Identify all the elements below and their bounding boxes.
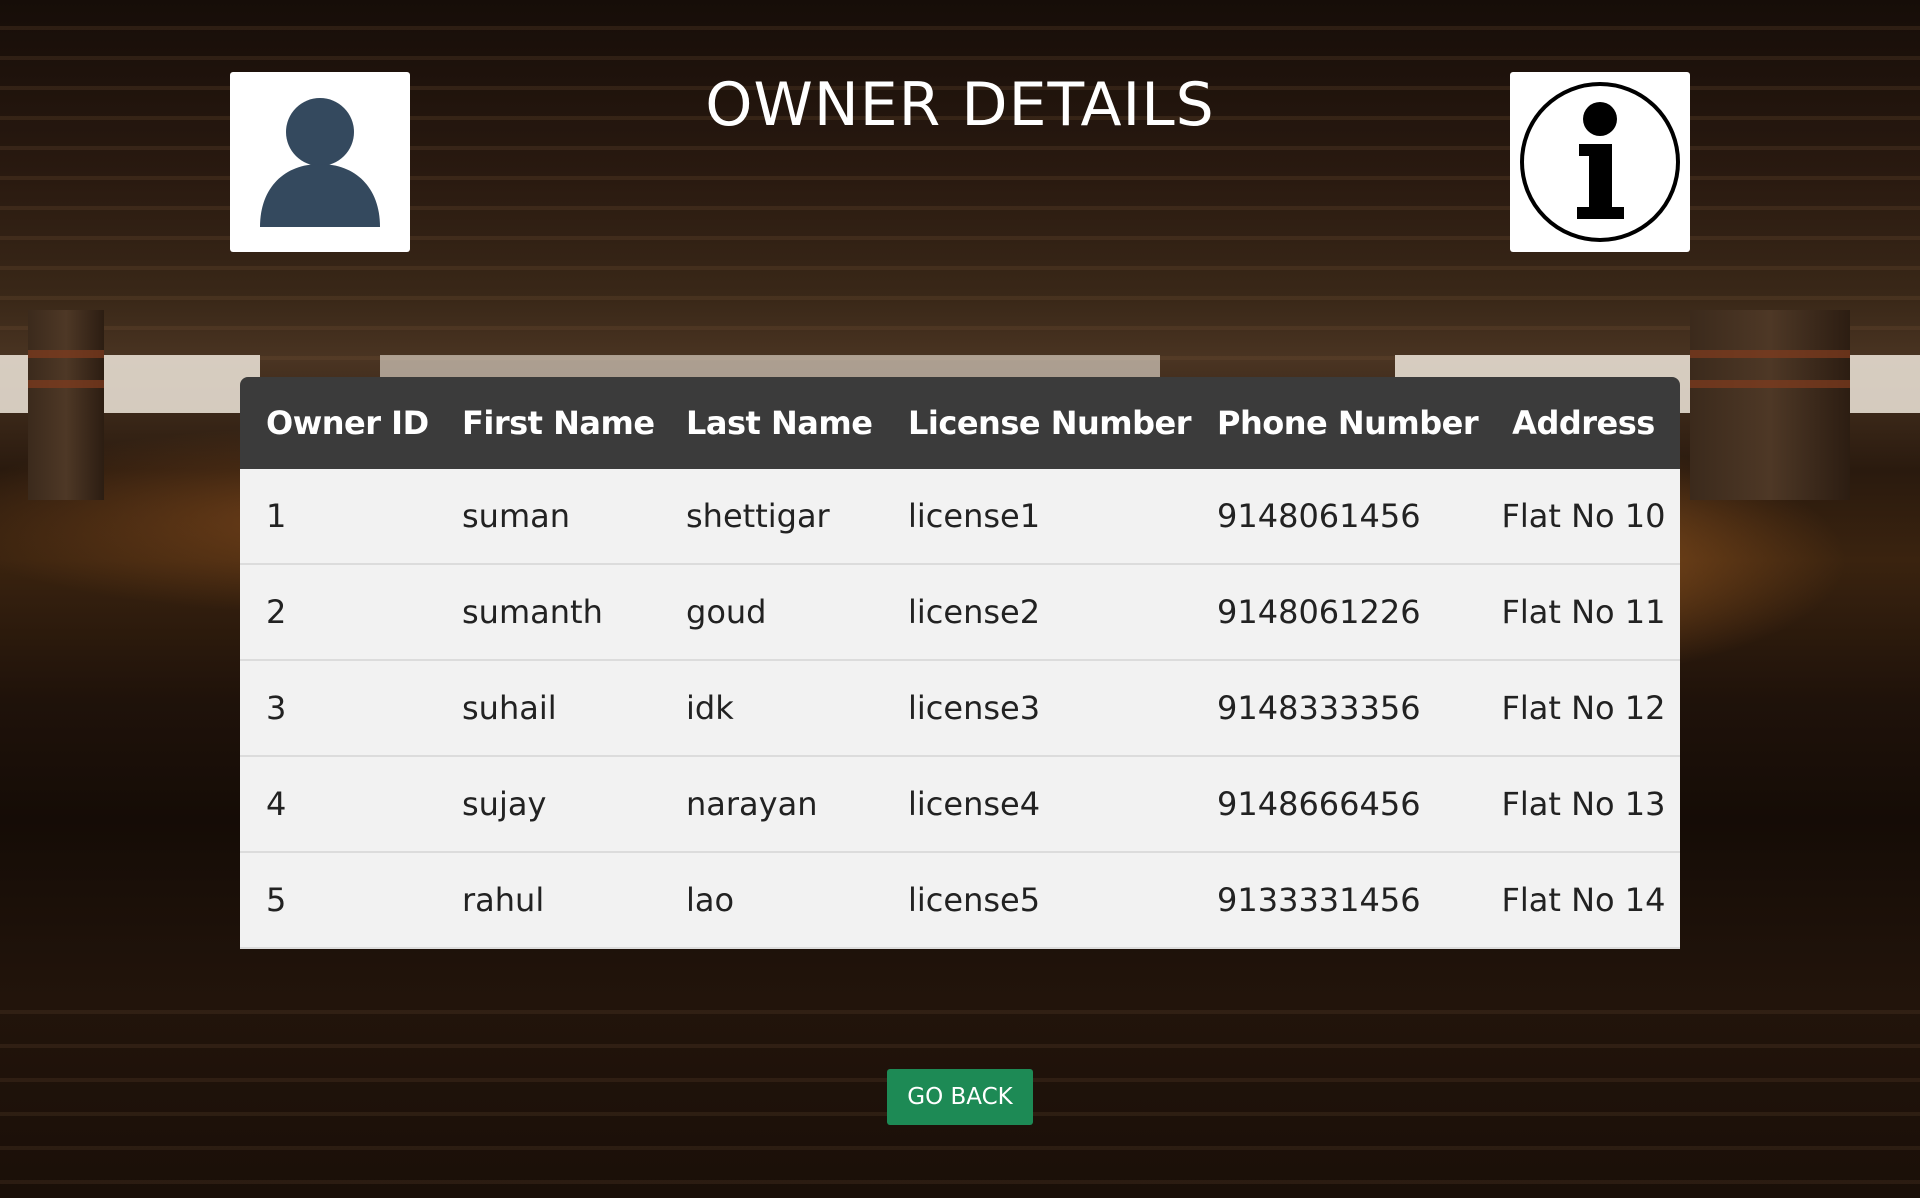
cell-address: Flat No 11 (1487, 564, 1680, 661)
owners-table: Owner ID First Name Last Name License Nu… (240, 377, 1680, 949)
cell-owner-id: 1 (240, 469, 436, 565)
background-pillar (28, 310, 104, 500)
cell-last-name: lao (660, 852, 882, 949)
column-header-first-name: First Name (462, 404, 655, 442)
cell-owner-id: 2 (240, 564, 436, 661)
cell-first-name: suman (436, 469, 660, 565)
cell-address: Flat No 10 (1487, 469, 1680, 565)
cell-first-name: sujay (436, 756, 660, 853)
cell-license-number: license4 (882, 756, 1191, 853)
cell-license-number: license5 (882, 852, 1191, 949)
cell-first-name: rahul (436, 852, 660, 949)
column-header-last-name: Last Name (686, 404, 873, 442)
cell-address: Flat No 13 (1487, 756, 1680, 853)
table-row: 3 suhail idk license3 9148333356 Flat No… (240, 660, 1680, 757)
cell-first-name: sumanth (436, 564, 660, 661)
info-icon (1520, 82, 1680, 242)
cell-phone-number: 9148061456 (1191, 469, 1487, 565)
cell-phone-number: 9133331456 (1191, 852, 1487, 949)
cell-first-name: suhail (436, 660, 660, 757)
cell-owner-id: 4 (240, 756, 436, 853)
cell-license-number: license2 (882, 564, 1191, 661)
cell-last-name: goud (660, 564, 882, 661)
info-icon-box (1510, 72, 1690, 252)
cell-license-number: license3 (882, 660, 1191, 757)
cell-phone-number: 9148333356 (1191, 660, 1487, 757)
cell-license-number: license1 (882, 469, 1191, 565)
table-row: 5 rahul lao license5 9133331456 Flat No … (240, 852, 1680, 949)
column-header-owner-id: Owner ID (266, 404, 429, 442)
cell-last-name: narayan (660, 756, 882, 853)
cell-address: Flat No 12 (1487, 660, 1680, 757)
cell-phone-number: 9148666456 (1191, 756, 1487, 853)
background-pillar (1690, 310, 1850, 500)
cell-last-name: idk (660, 660, 882, 757)
table-row: 2 sumanth goud license2 9148061226 Flat … (240, 564, 1680, 661)
owners-table-container: Owner ID First Name Last Name License Nu… (240, 377, 1680, 949)
cell-last-name: shettigar (660, 469, 882, 565)
column-header-phone-number: Phone Number (1217, 404, 1479, 442)
cell-phone-number: 9148061226 (1191, 564, 1487, 661)
background-opening (1850, 355, 1920, 413)
column-header-address: Address (1512, 404, 1655, 442)
table-row: 4 sujay narayan license4 9148666456 Flat… (240, 756, 1680, 853)
cell-owner-id: 5 (240, 852, 436, 949)
table-row: 1 suman shettigar license1 9148061456 Fl… (240, 469, 1680, 565)
column-header-license-number: License Number (908, 404, 1192, 442)
cell-address: Flat No 14 (1487, 852, 1680, 949)
go-back-button[interactable]: GO BACK (887, 1069, 1033, 1125)
cell-owner-id: 3 (240, 660, 436, 757)
table-header-row: Owner ID First Name Last Name License Nu… (240, 377, 1680, 469)
